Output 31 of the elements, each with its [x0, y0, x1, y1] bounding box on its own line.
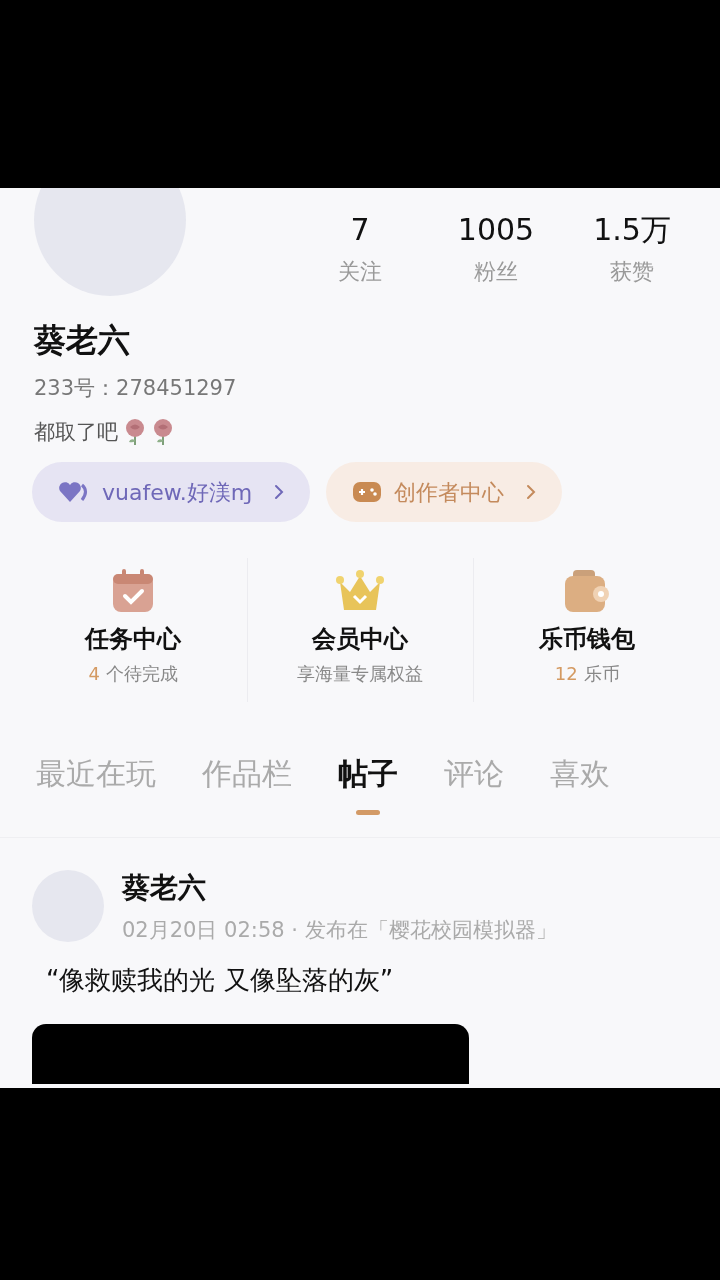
user-id: 233号：278451297 [34, 375, 237, 402]
post-text: “像救赎我的光 又像坠落的灰” [46, 964, 394, 997]
chevron-icon [526, 484, 537, 500]
stat-value: 7 [350, 212, 370, 248]
post-author: 葵老六 [122, 870, 207, 906]
stat-value: 1.5万 [593, 212, 671, 248]
user-name: 葵老六 [34, 320, 130, 360]
profile-link-button[interactable]: 创作者中心 [326, 462, 563, 522]
stat-value: 1005 [457, 212, 535, 248]
stat-label: 获赞 [610, 258, 654, 286]
tab[interactable]: 帖子 [338, 754, 398, 837]
service-card[interactable]: 乐币钱包 12 乐币 [473, 558, 700, 702]
user-bio: 都取了吧 [34, 419, 118, 446]
tab[interactable]: 作品栏 [202, 754, 292, 837]
chevron-icon [274, 484, 285, 500]
calendar-icon [111, 568, 156, 614]
gamepad-icon [352, 480, 383, 504]
rose-icon [152, 418, 174, 446]
service-card[interactable]: 任务中心 4 个待完成 [20, 558, 247, 702]
stat-label: 关注 [338, 258, 382, 286]
rose-icon [124, 418, 146, 446]
wallet-icon [563, 568, 612, 614]
service-card[interactable]: 会员中心 享海量专属权益 [246, 558, 474, 702]
profile-link-button[interactable]: vuafew.好渼ɱ [32, 462, 311, 522]
stat-label: 粉丝 [474, 258, 518, 286]
tab[interactable]: 喜欢 [550, 754, 610, 837]
tab[interactable]: 评论 [444, 754, 504, 837]
post-meta: 02月20日 02:58 · 发布在「樱花校园模拟器」 [122, 917, 557, 944]
post-media[interactable] [32, 1024, 469, 1084]
tab[interactable]: 最近在玩 [36, 754, 156, 837]
heart-icon [58, 481, 90, 503]
